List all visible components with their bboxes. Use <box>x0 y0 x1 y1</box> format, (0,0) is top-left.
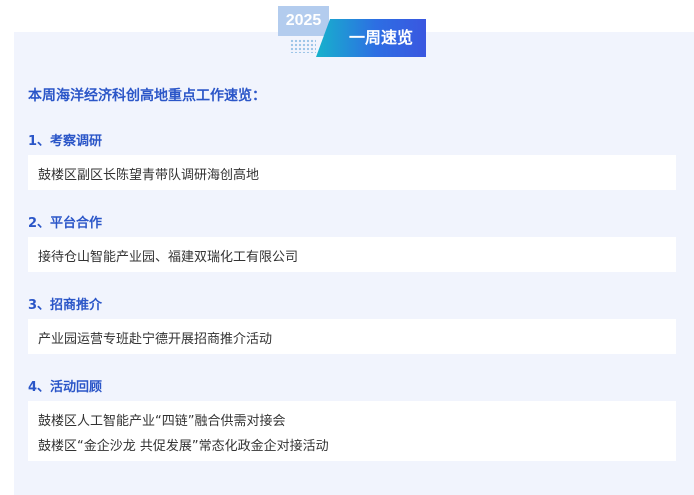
section-item: 鼓楼区人工智能产业“四链”融合供需对接会 <box>38 414 286 429</box>
section-item: 接待仓山智能产业园、福建双瑞化工有限公司 <box>38 250 299 265</box>
title-banner: 一周速览 <box>316 19 426 57</box>
section-card: 产业园运营专班赴宁德开展招商推介活动 <box>28 319 676 354</box>
section-card: 接待仓山智能产业园、福建双瑞化工有限公司 <box>28 237 676 272</box>
section-card: 鼓楼区副区长陈望青带队调研海创高地 <box>28 155 676 190</box>
section-item: 产业园运营专班赴宁德开展招商推介活动 <box>38 332 273 347</box>
section-heading: 1、考察调研 <box>28 134 103 149</box>
banner-title: 一周速览 <box>348 28 413 47</box>
year-label: 2025 <box>278 6 329 36</box>
section-heading: 3、招商推介 <box>28 298 103 313</box>
section-item: 鼓楼区“金企沙龙 共促发展”常态化政金企对接活动 <box>38 439 329 454</box>
dot-pattern-decoration <box>290 39 316 53</box>
section-card: 鼓楼区人工智能产业“四链”融合供需对接会 鼓楼区“金企沙龙 共促发展”常态化政金… <box>28 401 676 461</box>
section-heading: 2、平台合作 <box>28 216 103 231</box>
header-badge: 2025 一周速览 <box>278 6 428 57</box>
intro-heading: 本周海洋经济科创高地重点工作速览： <box>28 88 266 104</box>
section-heading: 4、活动回顾 <box>28 380 103 395</box>
section-item: 鼓楼区副区长陈望青带队调研海创高地 <box>38 168 260 183</box>
